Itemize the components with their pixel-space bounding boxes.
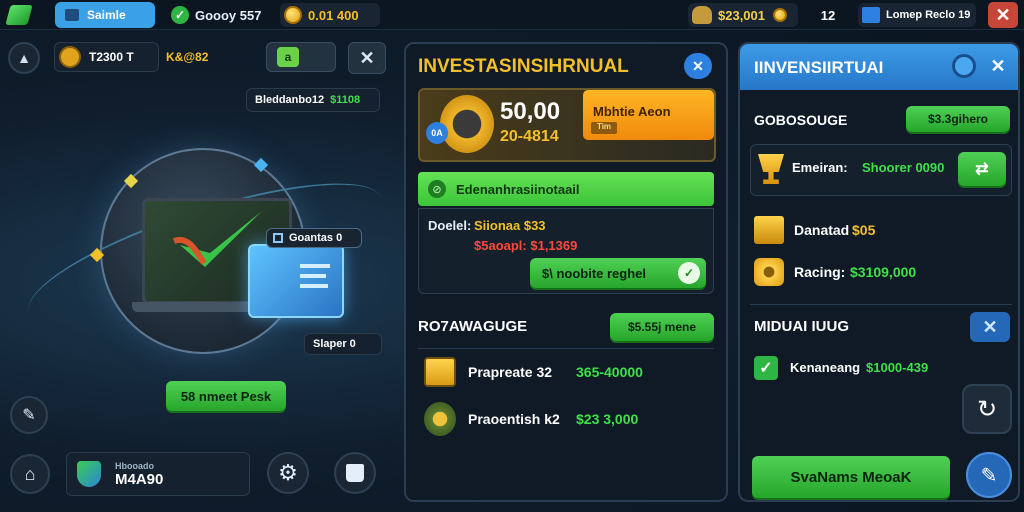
- profile-chip[interactable]: Lomep Reclo 19: [858, 3, 976, 27]
- feather-icon: ✎: [22, 407, 36, 424]
- left-close-button[interactable]: ✕: [348, 42, 386, 74]
- profile-card[interactable]: Hbooado M4A90: [66, 452, 250, 496]
- player-card[interactable]: T2300 T: [54, 42, 159, 72]
- mini-button[interactable]: a: [266, 42, 336, 72]
- link-icon: ⊘: [428, 180, 446, 198]
- callout-top: Goantas 0: [266, 228, 362, 248]
- bag-icon: [346, 464, 364, 482]
- tab-home[interactable]: Saimle: [55, 2, 155, 28]
- scroll-icon: [424, 357, 456, 387]
- x-icon: ✕: [982, 316, 998, 337]
- info-bar[interactable]: ⊘ Edenanhrasiinotaail: [418, 172, 714, 206]
- callout-bottom: Slaper 0: [304, 333, 382, 355]
- tab-home-label: Saimle: [87, 8, 126, 22]
- shuffle-icon: ⇄: [975, 161, 989, 178]
- close-icon: ✕: [692, 57, 704, 74]
- row-value: $05: [852, 222, 876, 238]
- vault-icon: [440, 95, 494, 153]
- feature-value: 50,00: [500, 98, 561, 125]
- feature-badge: 0A: [426, 122, 448, 144]
- document-card: [248, 244, 344, 318]
- player-tag: K&@82: [166, 50, 209, 64]
- home-icon: [65, 9, 79, 21]
- refresh-icon: ↻: [976, 395, 998, 423]
- section2-toggle-button[interactable]: ✕: [970, 312, 1010, 342]
- house-icon: ⌂: [24, 463, 36, 484]
- row-action-button[interactable]: ⇄: [958, 152, 1006, 186]
- feature-sub: 20-4814: [500, 128, 559, 145]
- close-icon: ✕: [359, 47, 375, 68]
- check-circle-icon: ✓: [678, 262, 700, 284]
- arrow-icon: ▲: [17, 50, 31, 66]
- close-window-button[interactable]: ✕: [988, 2, 1018, 28]
- row-value: Shoorer 0090: [862, 160, 945, 175]
- edit-button[interactable]: ✎: [10, 396, 48, 434]
- row-value: $3109,000: [850, 264, 917, 280]
- coins-display: $23,001: [688, 3, 798, 27]
- level-badge: 12: [820, 7, 836, 23]
- list-divider: [418, 348, 714, 349]
- check-box-icon: [273, 233, 283, 243]
- invest-close-button[interactable]: ✕: [684, 53, 712, 79]
- edit-note-button[interactable]: ✎: [966, 452, 1012, 498]
- coin-icon: [284, 6, 302, 24]
- shield-logo-icon: [77, 461, 101, 487]
- inventory-subtitle: GOBOSOUGE: [754, 112, 848, 128]
- inventory-title: IINVENSIIRTUAI: [754, 58, 884, 77]
- deal-button[interactable]: $\ noobite reghel ✓: [530, 258, 706, 288]
- stat-gold: 0.01 400: [280, 3, 380, 27]
- gear-icon: ⚙: [278, 460, 298, 485]
- section2-title: MIDUAI IUUG: [754, 318, 849, 335]
- check-label: Kenaneang: [790, 360, 861, 375]
- settings-button[interactable]: ⚙: [267, 452, 309, 494]
- inventory-close-button[interactable]: ✕: [984, 52, 1012, 80]
- checkbox-checked[interactable]: ✓: [754, 356, 778, 380]
- avatar: [59, 46, 81, 68]
- deal-price: $5aoapl: $1,1369: [474, 238, 578, 253]
- refresh-button[interactable]: ↻: [962, 384, 1012, 434]
- row-label: Emeiran:: [792, 160, 848, 175]
- gold-bars-icon: [754, 216, 784, 244]
- check-circle-icon: ✓: [171, 6, 189, 24]
- start-pack-button[interactable]: 58 nmeet Pesk: [166, 381, 286, 411]
- section-button[interactable]: $5.55j mene: [610, 313, 714, 341]
- close-icon: ✕: [995, 4, 1011, 25]
- promo-card[interactable]: Mbhtie Aeon Tim: [583, 90, 714, 140]
- inventory-sub-button[interactable]: $3.3gihero: [906, 106, 1010, 132]
- home-button[interactable]: ⌂: [10, 454, 50, 494]
- row-label: Racing:: [794, 264, 846, 280]
- settings-gear-icon[interactable]: [952, 54, 976, 78]
- section-title: RO7AWAGUGE: [418, 318, 528, 335]
- calendar-icon: [862, 7, 880, 23]
- invest-panel-title: INVESTASINSIHRNUAL: [418, 56, 629, 77]
- money-bag-icon: [692, 6, 712, 24]
- close-icon: ✕: [990, 55, 1006, 76]
- shop-button[interactable]: [334, 452, 376, 494]
- coin-stack-icon: [754, 258, 784, 286]
- panel-divider: [750, 304, 1012, 305]
- balance-chip: Bleddanbo12 $1108: [246, 88, 380, 112]
- list-item[interactable]: Prapreate 32 365-40000: [418, 352, 714, 392]
- main-action-button[interactable]: SvaNams MeoaK: [752, 456, 950, 498]
- coin-icon: [773, 8, 787, 22]
- deal-label: Doelel:: [428, 218, 472, 233]
- stat-energy: ✓ Goooy 557: [165, 4, 267, 26]
- list-item[interactable]: Praoentish k2 $23 3,000: [418, 398, 714, 440]
- pencil-icon: ✎: [980, 464, 998, 487]
- money-bag-icon: [424, 402, 456, 436]
- back-button[interactable]: ▲: [8, 42, 40, 74]
- row-label: Danatad: [794, 222, 850, 238]
- check-value: $1000-439: [866, 360, 929, 375]
- deal-value: Siionaa $33: [474, 218, 546, 233]
